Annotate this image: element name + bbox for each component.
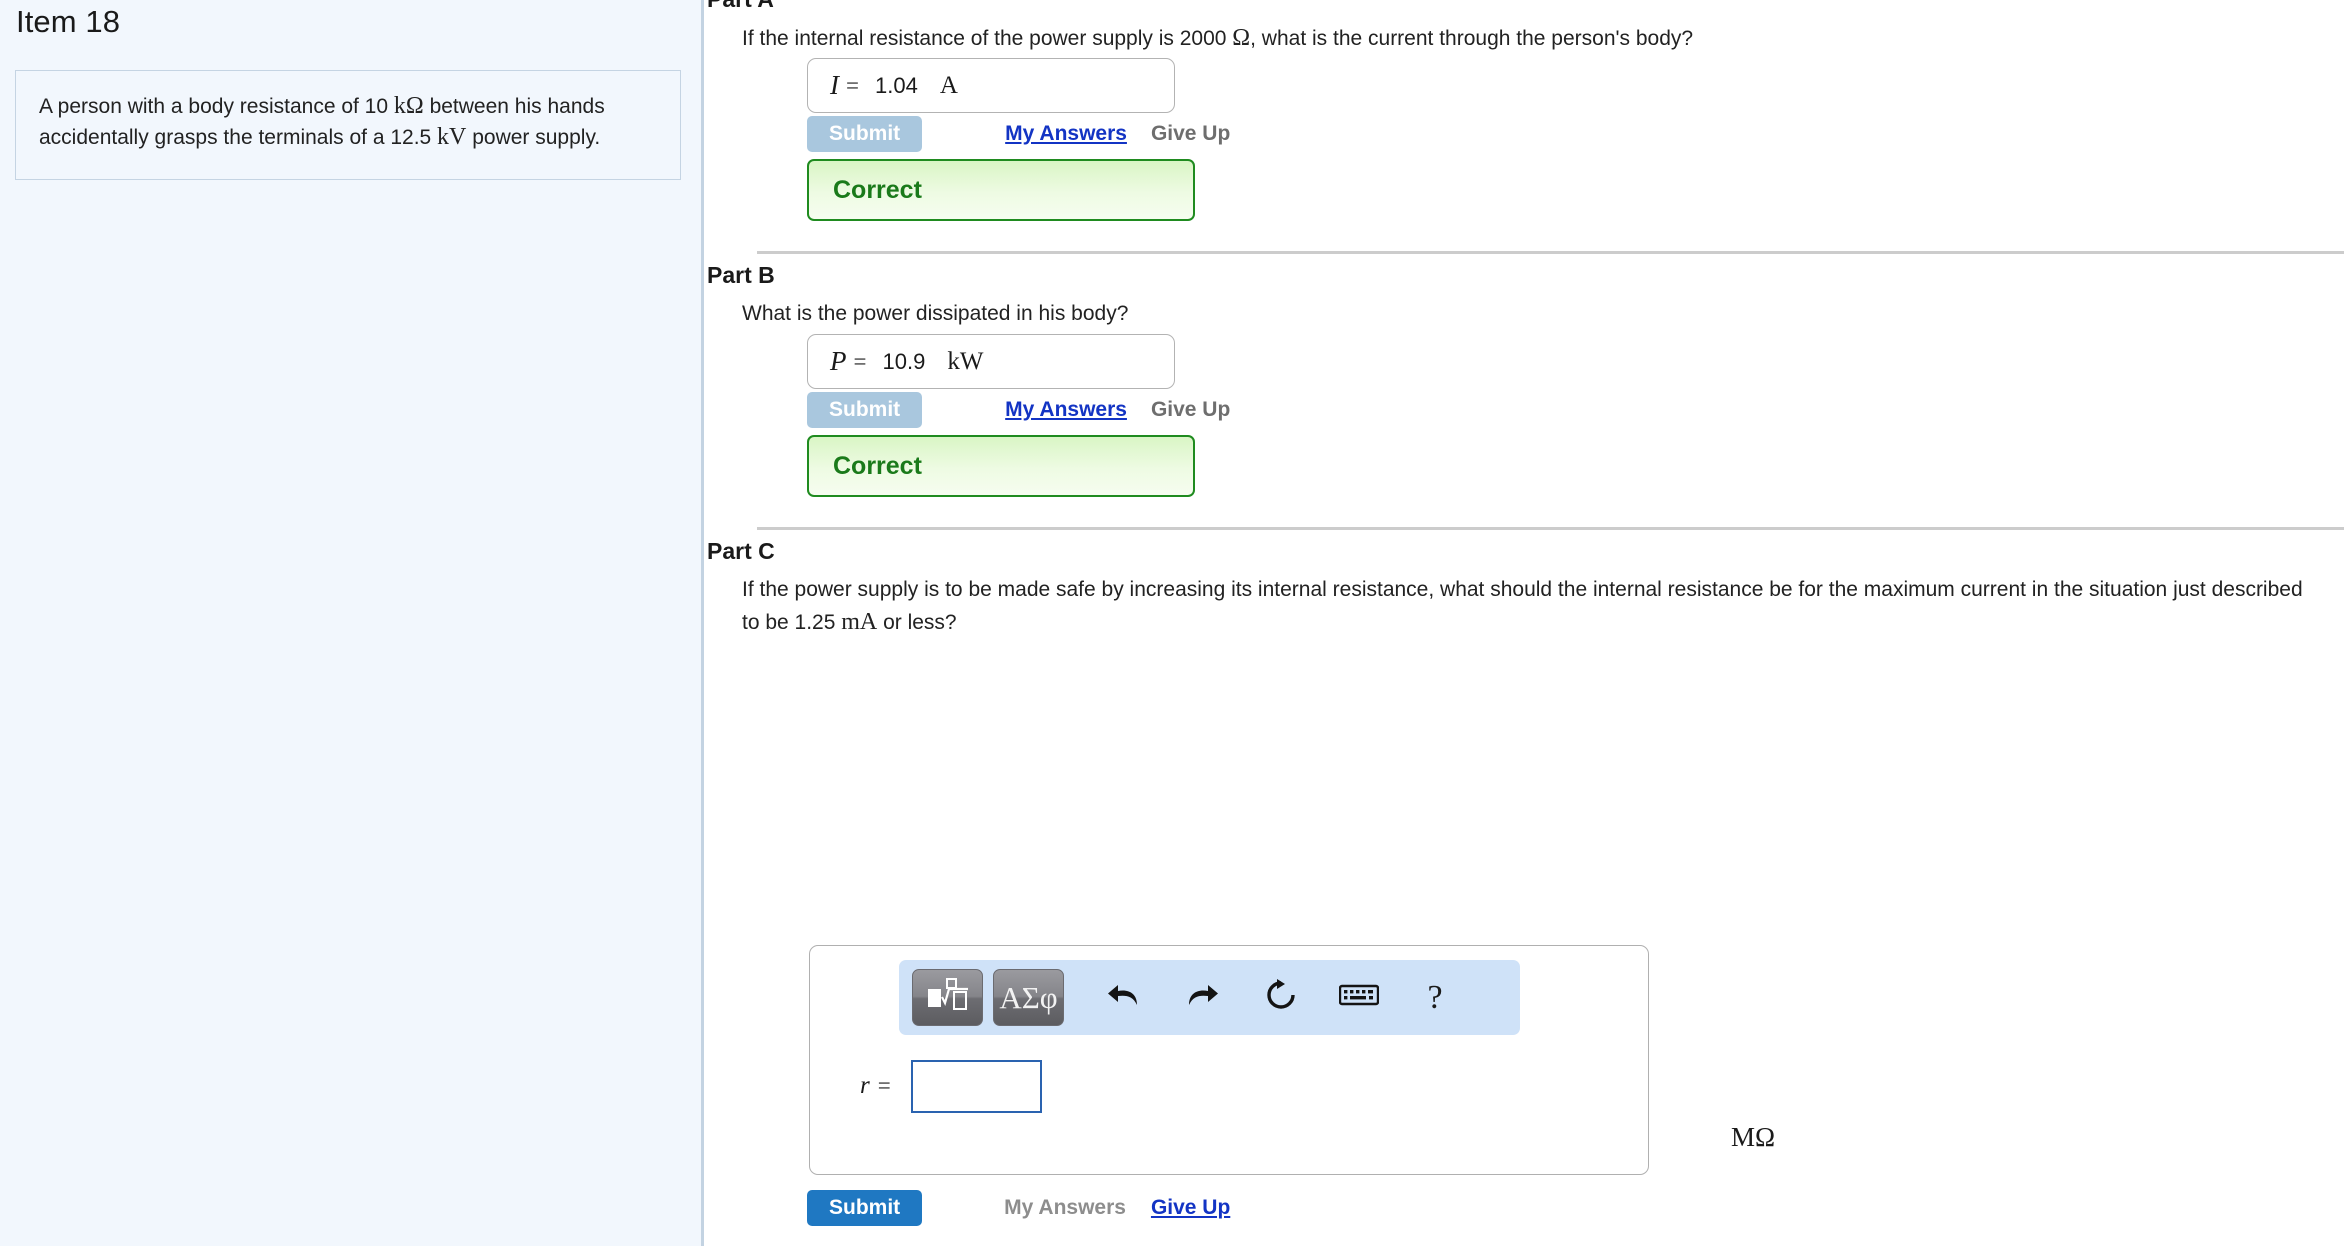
part-a-question-tail: , what is the current through the person… (1250, 27, 1694, 50)
part-a-my-answers-link[interactable]: My Answers (1005, 122, 1127, 146)
keyboard-icon (1338, 982, 1380, 1013)
page-title: Item 18 (16, 4, 121, 39)
part-a-unit-ohm: Ω (1232, 25, 1251, 51)
part-a-question-pre: If the internal resistance of the power … (742, 27, 1233, 50)
part-b-feedback-box: Correct (807, 435, 1195, 497)
part-c-variable: r (860, 1072, 870, 1099)
keyboard-button[interactable] (1332, 971, 1386, 1025)
part-b-answer-box: P = 10.9 kW (807, 334, 1175, 389)
problem-unit-kv: kV (437, 124, 467, 150)
part-a-unit: A (939, 71, 958, 99)
part-b-unit: kW (947, 347, 984, 375)
greek-symbols-label: ΑΣφ (999, 979, 1058, 1015)
part-b-actions: Submit My Answers Give Up (807, 392, 1230, 428)
reset-button[interactable] (1254, 971, 1308, 1025)
greek-symbols-button[interactable]: ΑΣφ (993, 969, 1064, 1026)
part-c-heading: Part C (707, 538, 775, 564)
part-a-feedback-text: Correct (833, 175, 922, 204)
part-b-give-up-link: Give Up (1150, 398, 1231, 421)
problem-text-pre: A person with a body resistance of 10 (39, 95, 394, 118)
part-a-submit-button[interactable]: Submit (807, 116, 923, 152)
undo-icon (1106, 980, 1140, 1015)
main-content: Part A If the internal resistance of the… (707, 0, 2344, 1246)
problem-unit-kohm: kΩ (393, 93, 424, 119)
sidebar-panel: Item 18 A person with a body resistance … (0, 0, 704, 1246)
part-c-question-post: or less? (877, 611, 957, 634)
part-c-actions: Submit My Answers Give Up (807, 1190, 1230, 1226)
part-c-question-pre: If the power supply is to be made safe b… (742, 578, 2303, 634)
part-c-unit-label: MΩ (1731, 1122, 1776, 1152)
help-icon: ? (1427, 978, 1443, 1016)
math-template-button[interactable] (912, 969, 983, 1026)
part-b-equals: = (853, 348, 867, 374)
part-c-equals: = (877, 1073, 891, 1098)
part-a-equals: = (846, 72, 859, 98)
problem-statement-box: A person with a body resistance of 10 kΩ… (15, 70, 681, 180)
part-b-value: 10.9 (882, 348, 926, 374)
part-a-give-up-link: Give Up (1150, 122, 1231, 145)
undo-button[interactable] (1096, 971, 1150, 1025)
part-c-answer-row: r = (810, 1046, 1648, 1126)
help-button[interactable]: ? (1408, 971, 1462, 1025)
part-a-actions: Submit My Answers Give Up (807, 116, 1230, 152)
problem-statement-text: A person with a body resistance of 10 kΩ… (39, 91, 658, 153)
math-template-icon (927, 978, 969, 1017)
part-b-my-answers-link[interactable]: My Answers (1005, 398, 1127, 422)
part-c-question: If the power supply is to be made safe b… (742, 574, 2307, 639)
part-c-unit-ma: mA (841, 609, 878, 635)
part-b-question: What is the power dissipated in his body… (742, 302, 1129, 325)
page-root: Item 18 A person with a body resistance … (0, 0, 2344, 1246)
part-b-feedback-text: Correct (833, 451, 922, 480)
part-a-heading: Part A (707, 0, 774, 13)
part-a-value: 1.04 (874, 72, 918, 98)
part-b-heading: Part B (707, 262, 775, 288)
math-toolbar: ΑΣφ ? (899, 960, 1520, 1035)
redo-icon (1186, 980, 1220, 1015)
problem-text-post: power supply. (466, 126, 601, 149)
part-b-submit-button[interactable]: Submit (807, 392, 923, 428)
divider-b-c (757, 527, 2344, 530)
part-a-question: If the internal resistance of the power … (742, 22, 2242, 55)
part-c-answer-widget: ΑΣφ ? r = (809, 945, 1649, 1175)
divider-a-b (757, 251, 2344, 254)
part-a-feedback-box: Correct (807, 159, 1195, 221)
reset-icon (1264, 978, 1298, 1017)
part-c-answer-input[interactable] (910, 1059, 1042, 1113)
part-b-variable: P (830, 346, 847, 376)
redo-button[interactable] (1176, 971, 1230, 1025)
part-c-submit-button[interactable]: Submit (807, 1190, 923, 1226)
part-a-variable: I (830, 70, 839, 100)
part-c-my-answers-link: My Answers (1004, 1196, 1126, 1219)
part-c-give-up-link[interactable]: Give Up (1151, 1196, 1230, 1220)
part-a-answer-box: I = 1.04 A (807, 58, 1175, 113)
